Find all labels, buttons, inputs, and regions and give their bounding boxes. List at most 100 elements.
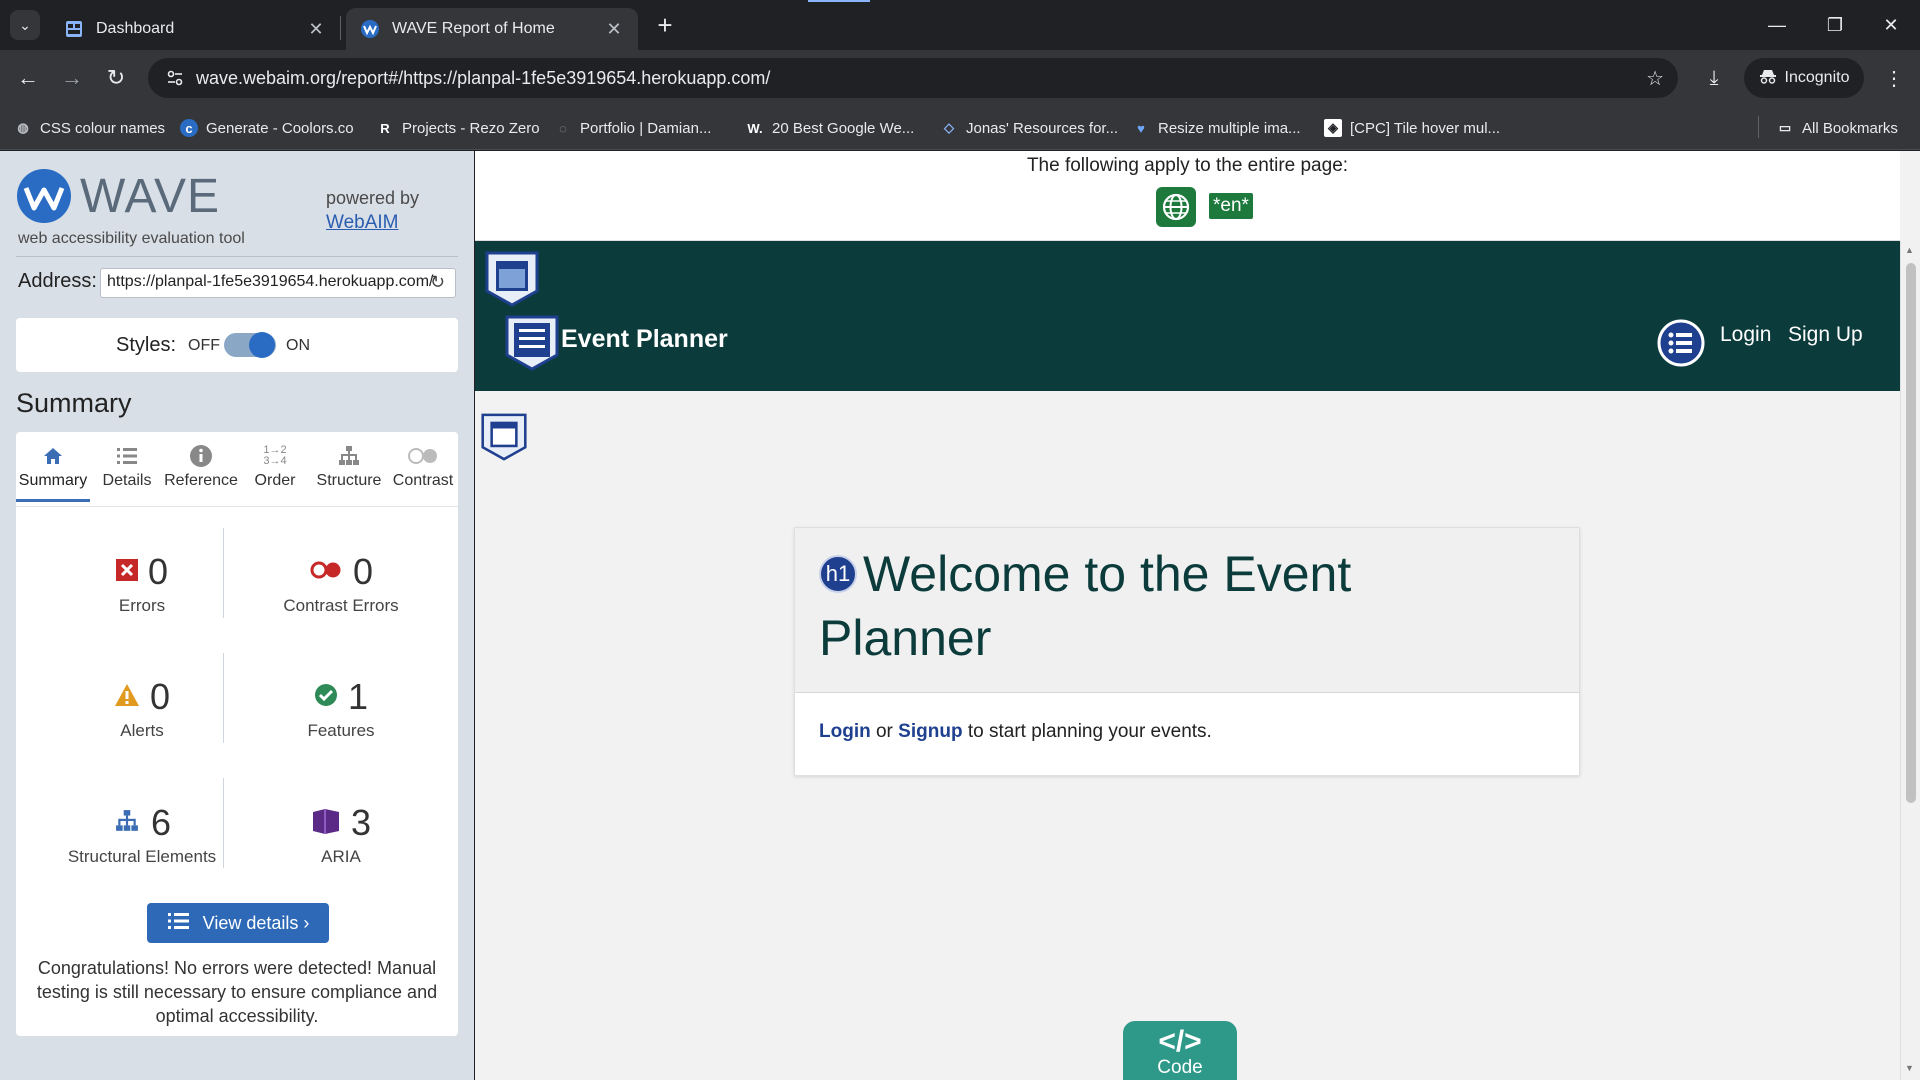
grid-divider [223,778,224,868]
address-bar[interactable]: wave.webaim.org/report#/https://planpal-… [148,58,1678,98]
bookmark-label: [CPC] Tile hover mul... [1350,119,1501,137]
code-panel-toggle[interactable]: </> Code [1123,1021,1237,1080]
tab-details[interactable]: Details [90,440,164,502]
bookmark-label: CSS colour names [40,119,166,137]
tab-structure[interactable]: Structure [312,440,386,502]
folder-icon: ▭ [1778,120,1792,135]
bookmark-portfolio-damian[interactable]: ◌ Portfolio | Damian... [554,116,711,140]
view-details-button[interactable]: View details › [147,903,329,943]
tab-label: Contrast [392,472,454,489]
address-input[interactable]: https://planpal-1fe5e3919654.herokuapp.c… [100,268,456,298]
summary-panel: Summary Details Reference 1→2 3→4 Order S… [16,432,458,1036]
bookmark-label: Jonas' Resources for... [966,119,1119,137]
bookmark-star-icon[interactable]: ☆ [1646,66,1664,91]
coolors-icon: c [180,119,198,137]
tab-reference[interactable]: Reference [164,440,238,502]
close-icon[interactable]: ✕ [604,19,624,40]
bookmark-rezo-zero[interactable]: R Projects - Rezo Zero [376,116,539,140]
webaim-link[interactable]: WebAIM [326,212,399,234]
page-scrollbar[interactable]: ▲ ▼ [1900,241,1920,1080]
welcome-heading-text: Welcome to the Event Planner [819,546,1352,666]
portfolio-icon: ◌ [559,120,567,136]
tab-label: Reference [164,472,238,489]
forward-arrow-icon[interactable]: → [56,62,88,94]
evaluated-page: The following apply to the entire page: … [475,151,1920,1080]
tab-wave-report[interactable]: WAVE Report of Home ✕ [346,8,638,50]
incognito-indicator[interactable]: Incognito [1744,58,1864,98]
bookmark-tile-hover[interactable]: ◈ [CPC] Tile hover mul... [1324,116,1500,140]
styles-toggle-panel: Styles: OFF ON [16,318,458,372]
site-navbar: Event Planner Login Sign Up [475,241,1900,391]
aria-label: ARIA [321,847,361,866]
tab-label: Order [254,472,296,489]
nav-login-link[interactable]: Login [1720,323,1771,347]
tab-dashboard[interactable]: Dashboard ✕ [50,8,340,50]
aria-count[interactable]: 3 ARIA [241,801,441,867]
tab-divider [340,16,341,40]
language-globe-icon[interactable] [1156,187,1196,227]
features-count[interactable]: 1 Features [241,675,441,741]
errors-count[interactable]: 0 Errors [42,550,242,616]
alerts-count[interactable]: 0 Alerts [42,675,242,741]
main-region-icon[interactable] [481,413,527,466]
bookmark-css-colour-names[interactable]: ◍ CSS colour names [14,116,165,140]
structural-elements-count[interactable]: 6 Structural Elements [42,801,242,867]
wave-logo[interactable]: WAVE [16,168,220,224]
bookmark-google-web-fonts[interactable]: W. 20 Best Google We... [746,116,914,140]
scroll-up-arrow-icon[interactable]: ▲ [1905,245,1914,255]
navigation-region-icon[interactable] [505,315,559,376]
summary-heading: Summary [16,388,132,418]
hero-login-link[interactable]: Login [819,721,871,742]
diamond-icon: ◇ [944,120,954,135]
bookmark-coolors[interactable]: c Generate - Coolors.co [180,116,354,140]
tab-label: Summary [18,472,88,489]
bookmark-resize-images[interactable]: ♥ Resize multiple ima... [1132,116,1301,140]
tabs-underline [16,506,458,507]
header-region-icon[interactable] [485,251,539,312]
tab-order[interactable]: 1→2 3→4 Order [238,440,312,502]
errors-value: 0 [147,551,169,592]
alerts-label: Alerts [120,721,164,740]
scroll-thumb[interactable] [1906,263,1916,803]
bookmark-jonas-resources[interactable]: ◇ Jonas' Resources for... [940,116,1118,140]
bookmark-label: All Bookmarks [1802,119,1898,137]
grid-divider [223,528,224,618]
new-tab-button[interactable]: + [650,10,680,40]
aria-cube-icon [311,807,341,840]
back-arrow-icon[interactable]: ← [12,62,44,94]
tab-search-button[interactable]: ⌄ [10,10,40,40]
unordered-list-icon[interactable] [1657,319,1705,372]
close-icon[interactable]: ✕ [306,19,326,40]
wave-favicon-icon [360,19,380,39]
download-icon[interactable]: ⤓ [1696,62,1732,94]
site-info-icon[interactable] [154,69,196,87]
applies-text: The following apply to the entire page: [1026,155,1349,176]
bookmark-label: Resize multiple ima... [1158,119,1301,137]
feature-check-icon [314,683,338,712]
restore-icon[interactable]: ❐ [1806,0,1864,50]
minimize-icon[interactable]: — [1748,0,1806,50]
more-menu-icon[interactable]: ⋮ [1878,62,1910,94]
tab-summary[interactable]: Summary [16,440,90,502]
all-bookmarks-button[interactable]: ▭ All Bookmarks [1776,116,1898,140]
tab-contrast[interactable]: Contrast [386,440,460,502]
contrast-errors-count[interactable]: 0 Contrast Errors [241,550,441,616]
window-close-icon[interactable]: ✕ [1862,0,1920,50]
nav-signup-link[interactable]: Sign Up [1788,323,1863,347]
globe-icon: ◍ [17,120,29,135]
styles-off-label: OFF [188,337,220,354]
tab-label: Structure [316,472,382,489]
powered-by-text: powered by [326,188,420,208]
language-badge[interactable]: *en* [1209,193,1253,219]
brand-link[interactable]: Event Planner [561,325,728,354]
list-icon [167,911,191,936]
hero-signup-link[interactable]: Signup [898,721,962,742]
h1-heading-icon[interactable]: h1 [819,554,857,593]
alert-icon [114,683,140,712]
styles-toggle[interactable] [224,332,276,358]
tab-label: Details [102,472,152,489]
refresh-icon[interactable]: ↻ [430,272,445,293]
dashboard-favicon-icon [64,19,84,39]
reload-icon[interactable]: ↻ [100,62,132,94]
scroll-down-arrow-icon[interactable]: ▼ [1905,1063,1914,1073]
